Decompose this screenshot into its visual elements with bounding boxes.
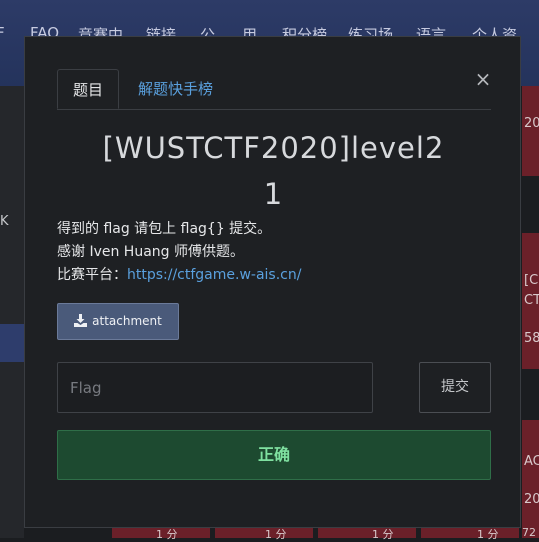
challenge-card-bottom[interactable]: 72 bbox=[522, 526, 539, 539]
tab-challenge[interactable]: 题目 bbox=[57, 69, 120, 109]
card-fragment: 20 bbox=[524, 492, 539, 507]
result-correct-banner: 正确 bbox=[57, 430, 491, 480]
description-line: 感谢 Iven Huang 师傅供题。 bbox=[57, 244, 244, 260]
tab-solves[interactable]: 解题快手榜 bbox=[123, 69, 228, 109]
card-fragment: CTF bbox=[524, 293, 539, 308]
attachment-button[interactable]: attachment bbox=[57, 303, 179, 340]
platform-link[interactable]: https://ctfgame.w-ais.cn/ bbox=[127, 267, 301, 283]
challenge-card-bottom[interactable]: 1 分 bbox=[421, 528, 519, 541]
card-points: 72 bbox=[522, 526, 536, 539]
challenge-card[interactable]: 20 bbox=[522, 86, 539, 176]
sidebar-active-item bbox=[0, 324, 24, 362]
flag-input[interactable] bbox=[57, 362, 373, 413]
close-icon: × bbox=[474, 67, 492, 91]
card-fragment: [C bbox=[524, 273, 539, 288]
download-icon bbox=[74, 314, 88, 327]
submit-button[interactable]: 提交 bbox=[419, 362, 491, 413]
challenge-card-bottom[interactable]: 1 分 bbox=[215, 528, 313, 541]
challenge-title: [WUSTCTF2020]level2 1 bbox=[45, 125, 502, 217]
description-line: 比赛平台：https://ctfgame.w-ais.cn/ bbox=[57, 264, 497, 287]
card-points: 1 分 bbox=[265, 528, 287, 541]
challenge-card[interactable]: [C CTF 58 bbox=[522, 233, 539, 369]
close-button[interactable]: × bbox=[473, 67, 493, 91]
modal-tabs: 题目 解题快手榜 bbox=[57, 69, 491, 110]
nav-edge-glyph: F bbox=[0, 24, 5, 42]
card-points: 1 分 bbox=[372, 528, 394, 541]
challenge-title-line: [WUSTCTF2020]level2 bbox=[102, 131, 445, 165]
card-fragment: 58 bbox=[524, 331, 539, 346]
challenge-title-line: 1 bbox=[263, 177, 284, 211]
platform-label: 比赛平台： bbox=[57, 267, 127, 283]
background-sidebar: K bbox=[0, 86, 24, 538]
card-fragment: 20 bbox=[524, 116, 539, 131]
challenge-card-bottom[interactable]: 1 分 bbox=[112, 528, 210, 541]
challenge-card-bottom[interactable]: 1 分 bbox=[318, 528, 416, 541]
card-fragment: AC bbox=[524, 454, 539, 469]
challenge-card[interactable]: AC 20 bbox=[522, 420, 539, 528]
card-points: 1 分 bbox=[156, 528, 178, 541]
card-points: 1 分 bbox=[477, 528, 499, 541]
challenge-description: 得到的 flag 请包上 flag{} 提交。 感谢 Iven Huang 师傅… bbox=[57, 218, 497, 287]
attachment-label: attachment bbox=[92, 314, 162, 328]
sidebar-fragment: K bbox=[0, 214, 9, 229]
challenge-modal: 题目 解题快手榜 × [WUSTCTF2020]level2 1 得到的 fla… bbox=[24, 36, 521, 528]
description-line: 得到的 flag 请包上 flag{} 提交。 bbox=[57, 221, 272, 237]
